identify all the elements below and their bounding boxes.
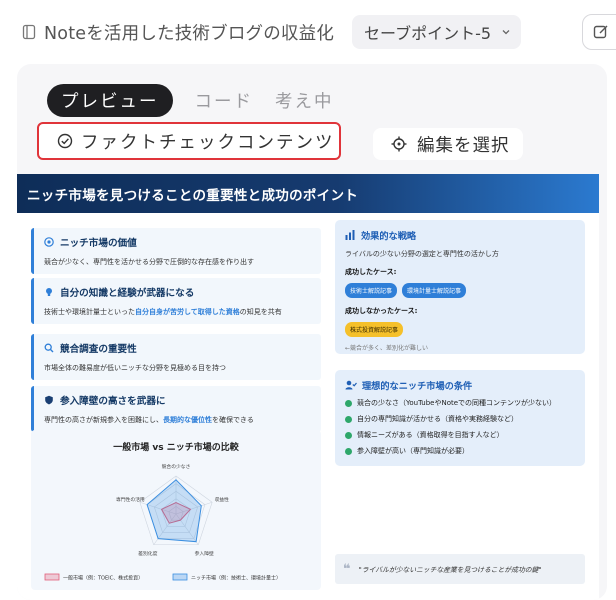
fail-label: 成功しなかったケース: [345, 307, 418, 315]
chart-bars-icon [345, 230, 355, 240]
shield-icon [45, 395, 53, 405]
success-label: 成功したケース: [345, 268, 397, 276]
condition-item: 情報ニーズがある（資格取得を目指す人など） [345, 430, 575, 440]
legend-swatch [172, 573, 188, 581]
check-circle-icon [57, 133, 73, 149]
user-check-icon [345, 380, 357, 390]
fail-note: ←競合が多く、差別化が難しい [345, 345, 429, 352]
select-edit-label: 編集を選択 [417, 135, 510, 156]
check-dot-icon [345, 447, 352, 455]
success-chip: 環境計量士解説記事 [402, 283, 467, 298]
card-knowledge: 自分の知識と経験が武器になる 技術士や環境計量士といった自分自身が苦労して取得し… [31, 278, 321, 324]
card-text: 競合が少なく、専門性を活かせる分野で圧倒的な存在感を作り出す [44, 258, 254, 266]
strategy-box: 効果的な戦略 ライバルの少ない分野の選定と専門性の活かし方 成功したケース: 技… [335, 220, 585, 354]
ideal-conditions-box: 理想的なニッチ市場の条件 競合の少なさ（YouTubeやNoteでの同種コンテン… [335, 370, 585, 466]
card-competitor-research: 競合調査の重要性 市場全体の難易度が低いニッチな分野を見極める目を持つ [31, 334, 321, 380]
tab-preview[interactable]: プレビュー [47, 84, 173, 117]
target-icon [44, 237, 54, 247]
fact-check-button[interactable]: ファクトチェックコンテンツ [37, 122, 341, 160]
radar-series-1 [146, 479, 202, 543]
strategy-title: 効果的な戦略 [361, 231, 417, 242]
quote-text: "ライバルが少ないニッチな産業を見つけることが成功の鍵" [358, 566, 542, 574]
preview-panel: プレビュー コード 考え中 ファクトチェックコンテンツ 編集を選択 ニッチ市場を… [17, 64, 607, 600]
radar-axis-label: 収益性 [214, 496, 229, 503]
condition-item: 競合の少なさ（YouTubeやNoteでの同種コンテンツが少ない） [345, 398, 575, 408]
card-text: 専門性の高さが新規参入を困難にし、長期的な優位性を確保できる [44, 416, 254, 424]
view-tabs: プレビュー コード 考え中 [47, 84, 334, 117]
check-dot-icon [345, 431, 352, 439]
radar-axis-label: 競合の少なさ [162, 463, 191, 470]
card-niche-value: ニッチ市場の価値 競合が少なく、専門性を活かせる分野で圧倒的な存在感を作り出す [31, 228, 321, 274]
radar-chart: 一般市場 vs ニッチ市場の比較 競合の少なさ 収益性 参入障壁 差別化度 専門性の活用… [31, 430, 321, 590]
strategy-text: ライバルの少ない分野の選定と専門性の活かし方 [345, 250, 499, 258]
ideal-title: 理想的なニッチ市場の条件 [362, 381, 473, 392]
top-bar: Noteを活用した技術ブログの収益化 セーブポイント-5 [0, 0, 616, 64]
quote-box: ❝ "ライバルが少ないニッチな産業を見つけることが成功の鍵" [335, 554, 585, 584]
slide-title: ニッチ市場を見つけることの重要性と成功のポイント [27, 187, 359, 204]
radar-axis-label: 参入障壁 [195, 550, 214, 557]
card-text: 技術士や環境計量士といった自分自身が苦労して取得した資格の知見を共有 [44, 308, 282, 316]
save-point-label: セーブポイント-5 [364, 24, 492, 43]
card-text: 市場全体の難易度が低いニッチな分野を見極める目を持つ [44, 364, 226, 372]
radar-axis-label: 差別化度 [138, 550, 157, 557]
card-title: 自分の知識と経験が武器になる [60, 288, 195, 299]
fact-check-label: ファクトチェックコンテンツ [81, 132, 335, 153]
edit-icon [593, 25, 608, 39]
fail-chip: 株式投資解説記事 [345, 322, 404, 337]
radar-chart-svg: 競合の少なさ収益性参入障壁 差別化度 専門性の活用一般市場（例：TOEIC、株式投資… [44, 463, 281, 582]
card-title: 競合調査の重要性 [60, 344, 137, 355]
slide-preview: ニッチ市場を見つけることの重要性と成功のポイント ニッチ市場の価値 競合が少なく… [17, 174, 599, 600]
condition-item: 参入障壁が高い（専門知識が必要） [345, 446, 575, 456]
radar-axis-label: 専門性の活用 [116, 496, 145, 503]
card-title: ニッチ市場の価値 [60, 238, 137, 249]
search-icon [44, 343, 54, 353]
legend-swatch [44, 573, 60, 581]
edit-button[interactable] [582, 14, 616, 50]
check-dot-icon [345, 415, 352, 423]
chevron-down-icon [502, 30, 510, 35]
card-title: 参入障壁の高さを武器に [60, 396, 166, 407]
check-dot-icon [345, 399, 352, 407]
success-chip: 技術士解説記事 [345, 283, 398, 298]
crosshair-icon [391, 136, 407, 152]
card-entry-barrier: 参入障壁の高さを武器に 専門性の高さが新規参入を困難にし、長期的な優位性を確保で… [31, 386, 321, 432]
legend-label: 一般市場（例：TOEIC、株式投資） [63, 575, 143, 582]
legend-label: ニッチ市場（例：技術士、環境計量士） [191, 575, 281, 582]
select-edit-button[interactable]: 編集を選択 [373, 128, 523, 160]
lightbulb-icon [46, 288, 52, 296]
condition-item: 自分の専門知識が活かせる（資格や実務経験など） [345, 414, 575, 424]
book-icon [22, 24, 36, 40]
tab-thinking[interactable]: 考え中 [275, 88, 334, 113]
document-title: Noteを活用した技術ブログの収益化 [44, 23, 335, 44]
tab-code[interactable]: コード [195, 88, 254, 113]
slide-header: ニッチ市場を見つけることの重要性と成功のポイント [17, 174, 599, 213]
save-point-select[interactable]: セーブポイント-5 [352, 15, 522, 49]
quote-icon: ❝ [343, 561, 351, 577]
